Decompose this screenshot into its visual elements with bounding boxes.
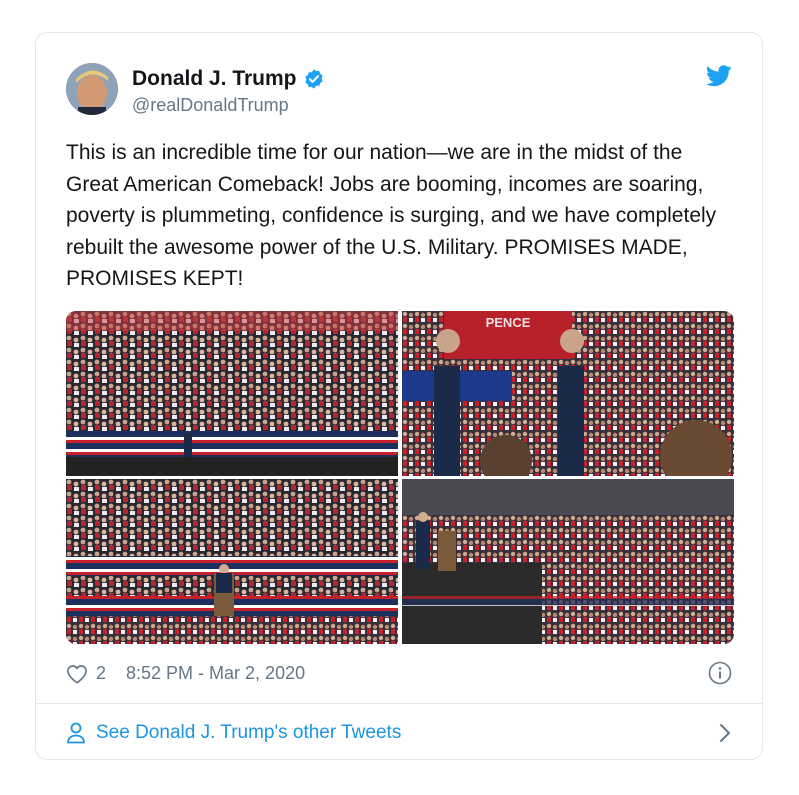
photo-top-left[interactable] <box>66 311 398 476</box>
see-other-tweets-label[interactable]: See Donald J. Trump's other Tweets <box>96 722 401 744</box>
author-display-name[interactable]: Donald J. Trump <box>132 67 297 91</box>
photo-bottom-left[interactable] <box>66 479 398 644</box>
tweet-card: Donald J. Trump @realDonaldTrump This is… <box>35 32 763 760</box>
media-grid[interactable]: PENCE <box>66 311 734 644</box>
avatar[interactable] <box>66 63 118 115</box>
tweet-meta: 2 8:52 PM - Mar 2, 2020 <box>66 663 305 684</box>
tweet-text: This is an incredible time for our natio… <box>66 141 717 290</box>
see-other-tweets-link[interactable]: See Donald J. Trump's other Tweets <box>66 711 732 755</box>
tweet-timestamp[interactable]: 8:52 PM - Mar 2, 2020 <box>126 663 305 684</box>
pence-sign-text: PENCE <box>486 315 531 330</box>
twitter-bird-icon[interactable] <box>706 65 732 87</box>
like-count[interactable]: 2 <box>96 663 106 684</box>
author-handle[interactable]: @realDonaldTrump <box>132 95 289 116</box>
heart-icon[interactable] <box>66 664 88 684</box>
verified-badge-icon <box>304 69 323 89</box>
chevron-right-icon[interactable] <box>718 723 732 743</box>
divider <box>36 703 762 704</box>
photo-bottom-right[interactable] <box>402 479 734 644</box>
person-icon <box>67 722 85 744</box>
info-icon[interactable] <box>708 661 732 685</box>
photo-top-right[interactable]: PENCE <box>402 311 734 492</box>
author-name-row[interactable]: Donald J. Trump <box>132 67 325 91</box>
rally-photo-collage[interactable]: PENCE <box>66 311 734 644</box>
